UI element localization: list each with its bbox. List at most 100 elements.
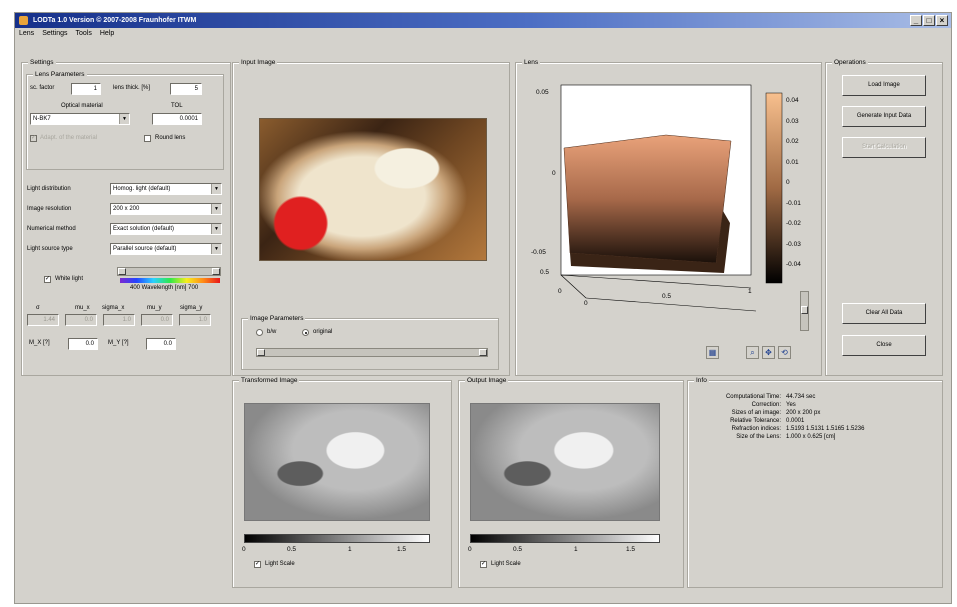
wavelength-label: 400 Wavelength [nm] 700	[130, 285, 199, 291]
transformed-scale-tick-0: 0	[242, 546, 246, 553]
cbar-tick-5: 0	[786, 179, 790, 186]
menu-help[interactable]: Help	[100, 28, 114, 39]
output-light-scale-checkbox[interactable]: ✓	[480, 561, 487, 568]
light-source-label: Light source type	[27, 246, 73, 252]
x-tick-1: 0	[584, 300, 588, 307]
my-field[interactable]: 0.0	[146, 338, 176, 350]
original-radio-label: original	[313, 329, 333, 335]
output-scale-tick-3: 1.5	[626, 546, 636, 553]
output-image-title: Output Image	[465, 376, 509, 385]
image-resolution-value: 200 x 200	[113, 206, 140, 212]
menu-bar: Lens Settings Tools Help	[15, 28, 951, 39]
rotate-icon[interactable]: ⟲	[778, 346, 791, 359]
tol-label: TOL	[171, 103, 183, 109]
optical-material-select[interactable]: N-BK7 ▼	[30, 113, 130, 125]
title-bar: LODTa 1.0 Version © 2007-2008 Fraunhofer…	[15, 13, 951, 28]
lens-parameters-title: Lens Parameters	[33, 70, 87, 79]
light-distribution-label: Light distribution	[27, 186, 71, 192]
info-panel: Info Computational Time: 44.734 sec Corr…	[687, 376, 943, 588]
output-scale-tick-1: 0.5	[513, 546, 523, 553]
image-slider-thumb-right[interactable]	[479, 349, 487, 356]
wavelength-slider[interactable]	[117, 267, 221, 276]
param-header-mu-x: mu_x	[75, 305, 90, 311]
settings-panel: Settings Lens Parameters sc. factor 1 le…	[21, 58, 231, 376]
transformed-image-title: Transformed Image	[239, 376, 300, 385]
pan-icon[interactable]: ✥	[762, 346, 775, 359]
sc-factor-field[interactable]: 1	[71, 83, 101, 95]
transformed-image-panel: Transformed Image 0 0.5 1 1.5 ✓ Light Sc…	[232, 376, 452, 588]
mx-field[interactable]: 0.0	[68, 338, 98, 350]
close-button[interactable]: Close	[842, 335, 926, 356]
lens-surface	[563, 134, 732, 264]
close-window-button[interactable]: ×	[936, 15, 948, 26]
image-resolution-select[interactable]: 200 x 200 ▼	[110, 203, 222, 215]
numerical-method-select[interactable]: Exact solution (default) ▼	[110, 223, 222, 235]
chevron-down-icon: ▼	[211, 224, 221, 234]
white-light-checkbox[interactable]: ✓	[44, 276, 51, 283]
clear-all-data-button[interactable]: Clear All Data	[842, 303, 926, 324]
adapt-material-checkbox[interactable]: ✓	[30, 135, 37, 142]
wavelength-spectrum	[120, 278, 220, 283]
maximize-button[interactable]: □	[923, 15, 935, 26]
lens-thick-field[interactable]: 5	[170, 83, 202, 95]
param-header-mu-y: mu_y	[147, 305, 162, 311]
lens-vertical-slider[interactable]	[800, 291, 809, 331]
transformed-light-scale-checkbox[interactable]: ✓	[254, 561, 261, 568]
numerical-method-label: Numerical method	[27, 226, 76, 232]
transformed-scale-tick-1: 0.5	[287, 546, 297, 553]
wavelength-slider-thumb-left[interactable]	[118, 268, 126, 275]
cbar-tick-9: -0.04	[786, 261, 801, 268]
minimize-button[interactable]: _	[910, 15, 922, 26]
output-image-panel: Output Image 0 0.5 1 1.5 ✓ Light Scale	[458, 376, 684, 588]
settings-title: Settings	[28, 58, 56, 67]
bw-radio[interactable]	[256, 329, 263, 336]
lens-parameters-group: Lens Parameters sc. factor 1 lens thick.…	[26, 70, 224, 170]
my-label: M_Y [?]	[108, 340, 129, 346]
lens-slider-thumb[interactable]	[801, 306, 808, 314]
generate-input-data-button[interactable]: Generate Input Data	[842, 106, 926, 127]
numerical-method-value: Exact solution (default)	[113, 226, 175, 232]
menu-lens[interactable]: Lens	[19, 28, 34, 39]
original-radio[interactable]	[302, 329, 309, 336]
z-tick-3: -0.05	[531, 249, 546, 256]
grid-icon[interactable]: ▦	[706, 346, 719, 359]
menu-tools[interactable]: Tools	[75, 28, 91, 39]
info-label-lens-size: Size of the Lens:	[736, 434, 781, 440]
input-image-title: Input Image	[239, 58, 278, 67]
output-light-scale-bar	[470, 534, 660, 543]
menu-settings[interactable]: Settings	[42, 28, 67, 39]
load-image-button[interactable]: Load Image	[842, 75, 926, 96]
app-window: LODTa 1.0 Version © 2007-2008 Fraunhofer…	[14, 12, 952, 604]
light-distribution-select[interactable]: Homog. light (default) ▼	[110, 183, 222, 195]
round-lens-label: Round lens	[155, 135, 186, 141]
chevron-down-icon: ▼	[211, 204, 221, 214]
cbar-tick-1: 0.04	[786, 97, 799, 104]
param-sigma-field[interactable]: 1.44	[27, 314, 59, 326]
image-parameter-slider[interactable]	[256, 348, 488, 357]
cbar-tick-8: -0.03	[786, 240, 801, 248]
param-sigma-x-field[interactable]: 1.0	[103, 314, 135, 326]
zoom-icon[interactable]: ⌕	[746, 346, 759, 359]
transformed-image	[244, 403, 430, 521]
lens-3d-plot	[560, 84, 783, 312]
transformed-light-scale-label: Light Scale	[265, 561, 295, 567]
transformed-scale-tick-2: 1	[348, 546, 352, 553]
input-image-panel: Input Image Image Parameters b/w origina…	[232, 58, 510, 376]
wavelength-slider-thumb-right[interactable]	[212, 268, 220, 275]
image-slider-thumb-left[interactable]	[257, 349, 265, 356]
light-source-select[interactable]: Parallel source (default) ▼	[110, 243, 222, 255]
start-calculation-button[interactable]: Start Calculation	[842, 137, 926, 158]
image-resolution-label: Image resolution	[27, 206, 72, 212]
sc-factor-label: sc. factor	[30, 85, 55, 91]
cbar-tick-4: 0.01	[786, 158, 799, 166]
tol-field[interactable]: 0.0001	[152, 113, 202, 125]
round-lens-checkbox[interactable]	[144, 135, 151, 142]
param-mu-x-field[interactable]: 0.0	[65, 314, 97, 326]
transformed-scale-tick-3: 1.5	[397, 546, 407, 553]
adapt-material-label: Adapt. of the material	[40, 135, 98, 141]
window-title: LODTa 1.0 Version © 2007-2008 Fraunhofer…	[33, 17, 197, 24]
param-sigma-y-field[interactable]: 1.0	[179, 314, 211, 326]
output-light-scale-label: Light Scale	[491, 561, 521, 567]
param-mu-y-field[interactable]: 0.0	[141, 314, 173, 326]
x-tick-3: 1	[748, 288, 752, 295]
